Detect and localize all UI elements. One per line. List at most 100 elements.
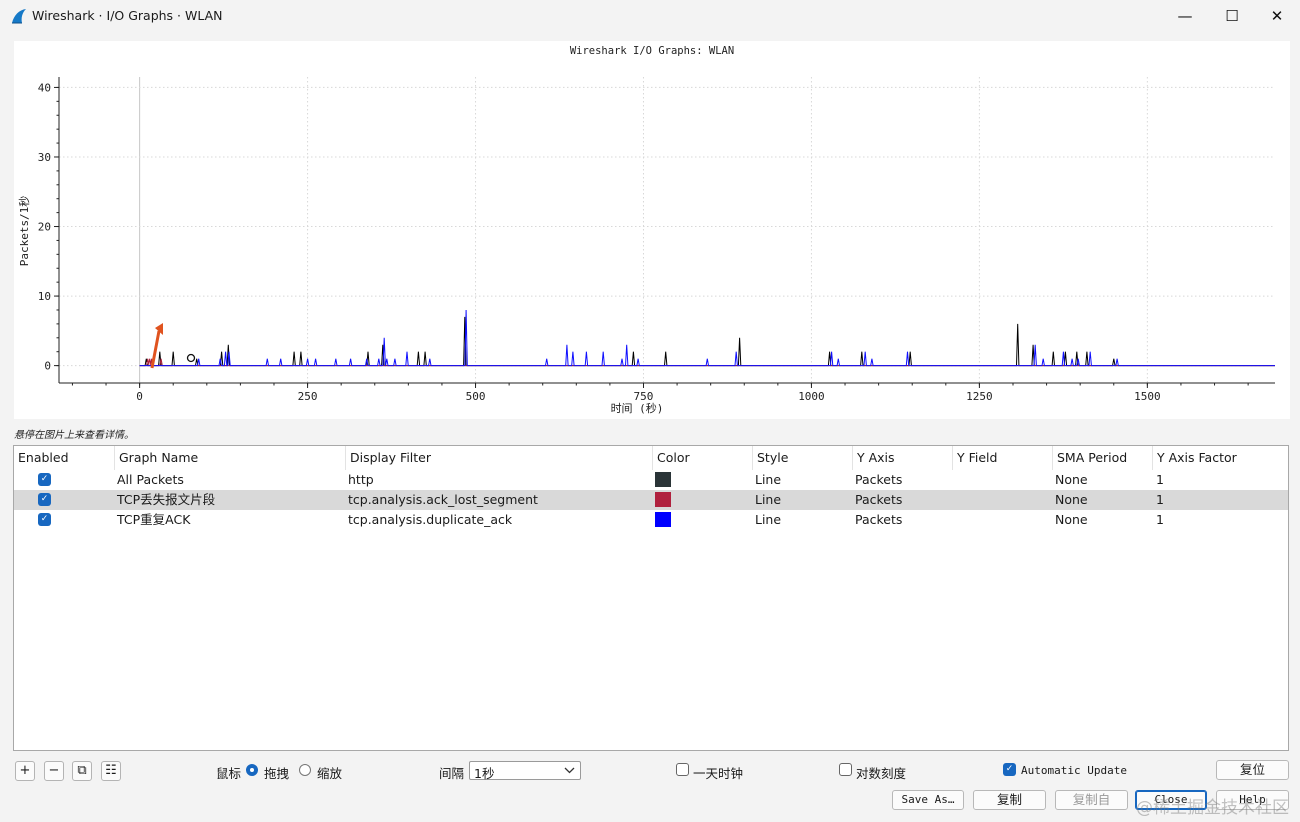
mouse-mode-label: 鼠标	[216, 766, 242, 781]
title-bar: Wireshark · I/O Graphs · WLAN — ☐ ✕	[0, 0, 1300, 32]
watermark-text: @稀土掘金技术社区	[1136, 798, 1289, 818]
maximize-icon: ☐	[1225, 7, 1239, 25]
zoom-radio[interactable]	[299, 764, 311, 776]
color-swatch[interactable]	[655, 472, 671, 487]
minus-icon: −	[48, 763, 60, 778]
color-swatch[interactable]	[655, 492, 671, 507]
auto-update-checkbox[interactable]: ✓	[1003, 763, 1016, 776]
enabled-checkbox[interactable]: ✓	[38, 513, 51, 526]
x-tick-label: 1500	[1134, 390, 1161, 403]
copy-button[interactable]: 复制	[973, 790, 1046, 810]
series-line	[139, 316, 1275, 367]
sma-period-cell[interactable]: None	[1055, 470, 1088, 490]
col-y-axis-factor[interactable]: Y Axis Factor	[1152, 446, 1288, 470]
minimize-button[interactable]: —	[1162, 0, 1208, 32]
y-axis-cell[interactable]: Packets	[855, 510, 902, 530]
col-graph-name[interactable]: Graph Name	[114, 446, 345, 470]
col-y-axis[interactable]: Y Axis	[852, 446, 952, 470]
col-style[interactable]: Style	[752, 446, 852, 470]
check-icon: ✓	[1005, 764, 1014, 774]
time-of-day-checkbox[interactable]	[676, 763, 689, 776]
style-cell[interactable]: Line	[755, 510, 781, 530]
y-axis-factor-cell[interactable]: 1	[1156, 510, 1164, 530]
log-scale-label[interactable]: 对数刻度	[856, 763, 906, 782]
y-tick-label: 20	[38, 221, 51, 234]
series-line	[139, 309, 1275, 367]
col-enabled[interactable]: Enabled	[14, 446, 114, 470]
drag-radio[interactable]	[246, 764, 258, 776]
y-tick-label: 40	[38, 81, 51, 94]
style-cell[interactable]: Line	[755, 490, 781, 510]
interval-value: 1秒	[474, 766, 495, 781]
color-swatch[interactable]	[655, 512, 671, 527]
graph-name-cell[interactable]: TCP丢失报文片段	[117, 490, 215, 510]
sma-period-cell[interactable]: None	[1055, 510, 1088, 530]
io-graph-svg: Wireshark I/O Graphs: WLAN 0 250 500 750 100…	[17, 45, 1275, 415]
y-axis-label: Packets/1秒	[17, 196, 31, 267]
y-tick-label: 30	[38, 151, 51, 164]
series-lines	[139, 309, 1275, 367]
graph-name-cell[interactable]: All Packets	[117, 470, 184, 490]
list-clear-icon: ☷	[105, 763, 117, 778]
chart-title: Wireshark I/O Graphs: WLAN	[570, 45, 734, 57]
y-tick-label: 10	[38, 290, 51, 303]
clear-graphs-button[interactable]: ☷	[101, 761, 121, 781]
display-filter-cell[interactable]: tcp.analysis.ack_lost_segment	[348, 490, 538, 510]
plus-icon: +	[19, 763, 31, 778]
red-arrow-annotation	[150, 330, 161, 369]
auto-update-label[interactable]: Automatic Update	[1021, 764, 1127, 777]
copy-icon: ⧉	[77, 763, 87, 778]
y-axis-factor-cell[interactable]: 1	[1156, 490, 1164, 510]
x-tick-label: 0	[136, 390, 143, 403]
enabled-checkbox[interactable]: ✓	[38, 473, 51, 486]
enabled-checkbox[interactable]: ✓	[38, 493, 51, 506]
graph-table[interactable]: Enabled Graph Name Display Filter Color …	[13, 445, 1289, 751]
annotations	[150, 323, 196, 369]
x-tick-label: 1250	[966, 390, 993, 403]
display-filter-cell[interactable]: http	[348, 470, 374, 490]
axes: 0 250 500 750 1000 1250 1500010203040	[38, 77, 1275, 403]
interval-label: 间隔	[439, 766, 465, 781]
close-window-button[interactable]: ✕	[1254, 0, 1300, 32]
grid-lines	[59, 77, 1275, 383]
sma-period-cell[interactable]: None	[1055, 490, 1088, 510]
col-sma-period[interactable]: SMA Period	[1052, 446, 1152, 470]
y-axis-factor-cell[interactable]: 1	[1156, 470, 1164, 490]
interval-select[interactable]: 1秒	[469, 761, 581, 781]
table-row-selected[interactable]: ✓ TCP丢失报文片段 tcp.analysis.ack_lost_segmen…	[14, 490, 1288, 510]
y-tick-label: 0	[44, 360, 51, 373]
log-scale-checkbox[interactable]	[839, 763, 852, 776]
copy-from-button[interactable]: 复制自	[1055, 790, 1128, 810]
style-cell[interactable]: Line	[755, 470, 781, 490]
x-tick-label: 500	[466, 390, 486, 403]
table-header: Enabled Graph Name Display Filter Color …	[14, 446, 1288, 470]
table-row[interactable]: ✓ TCP重复ACK tcp.analysis.duplicate_ack Li…	[14, 510, 1288, 530]
graph-name-cell[interactable]: TCP重复ACK	[117, 510, 190, 530]
save-as-button[interactable]: Save As…	[892, 790, 964, 810]
copy-graph-button[interactable]: ⧉	[72, 761, 92, 781]
circle-marker	[186, 353, 196, 363]
y-axis-cell[interactable]: Packets	[855, 490, 902, 510]
time-of-day-label[interactable]: 一天时钟	[693, 763, 743, 782]
add-graph-button[interactable]: +	[15, 761, 35, 781]
display-filter-cell[interactable]: tcp.analysis.duplicate_ack	[348, 510, 512, 530]
io-graph-plot[interactable]: Wireshark I/O Graphs: WLAN 0 250 500 750 100…	[14, 41, 1290, 419]
wireshark-fin-icon	[12, 9, 26, 24]
x-axis-label: 时间 (秒)	[611, 401, 664, 415]
plot-hover-hint: 悬停在图片上来查看详情。	[14, 430, 134, 441]
y-axis-cell[interactable]: Packets	[855, 470, 902, 490]
table-row[interactable]: ✓ All Packets http Line Packets None 1	[14, 470, 1288, 490]
reset-button[interactable]: 复位	[1216, 760, 1289, 780]
maximize-button[interactable]: ☐	[1209, 0, 1255, 32]
chevron-down-icon	[564, 767, 575, 774]
col-color[interactable]: Color	[652, 446, 752, 470]
remove-graph-button[interactable]: −	[44, 761, 64, 781]
col-display-filter[interactable]: Display Filter	[345, 446, 652, 470]
drag-radio-label[interactable]: 拖拽	[264, 763, 289, 782]
x-tick-label: 250	[298, 390, 318, 403]
window-title: Wireshark · I/O Graphs · WLAN	[32, 8, 223, 23]
col-y-field[interactable]: Y Field	[952, 446, 1052, 470]
close-icon: ✕	[1270, 7, 1284, 25]
zoom-radio-label[interactable]: 缩放	[317, 763, 342, 782]
x-tick-label: 1000	[798, 390, 825, 403]
